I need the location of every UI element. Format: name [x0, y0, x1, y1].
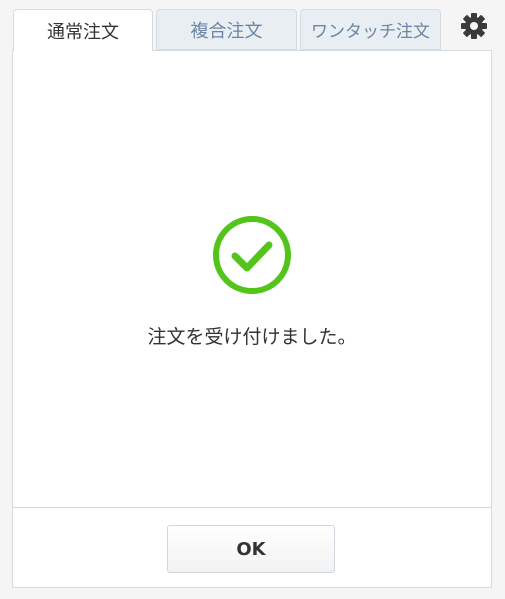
footer-divider: [13, 507, 491, 508]
tab-normal-order[interactable]: 通常注文: [13, 9, 153, 51]
check-circle-icon: [211, 214, 293, 296]
order-result-panel: 注文を受け付けました。 OK: [12, 50, 492, 588]
tab-compound-order[interactable]: 複合注文: [156, 9, 297, 50]
ok-button[interactable]: OK: [167, 525, 335, 573]
gear-icon[interactable]: [460, 12, 488, 40]
order-window: 通常注文 複合注文 ワンタッチ注文 注文を受け付けました。 OK: [0, 0, 505, 599]
tab-label: ワンタッチ注文: [311, 22, 430, 42]
tab-one-touch-order[interactable]: ワンタッチ注文: [300, 9, 441, 50]
tab-label: 通常注文: [47, 21, 119, 43]
tab-label: 複合注文: [190, 20, 263, 42]
success-message: 注文を受け付けました。: [147, 326, 357, 348]
